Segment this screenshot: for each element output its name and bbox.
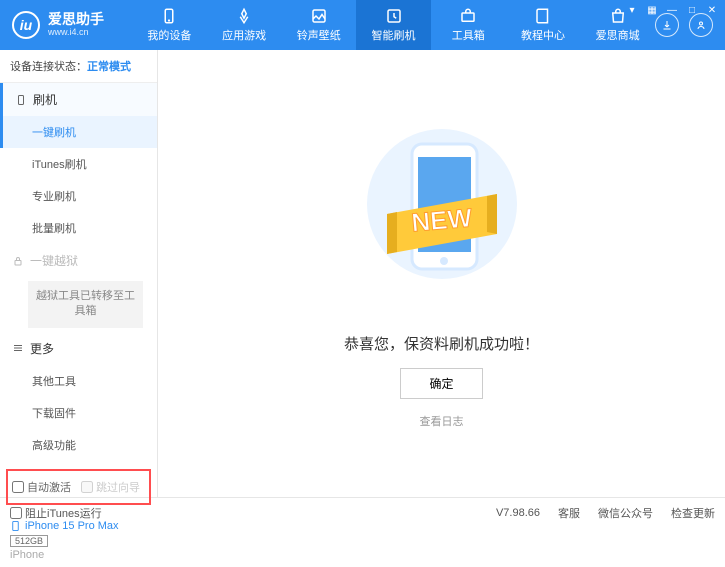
jailbreak-note: 越狱工具已转移至工具箱 bbox=[28, 281, 143, 328]
checkbox-input bbox=[81, 481, 93, 493]
chk-label: 跳过向导 bbox=[96, 479, 140, 495]
window-buttons: ▾ ▦ — □ ✕ bbox=[625, 4, 719, 16]
nav-ringtones[interactable]: 铃声壁纸 bbox=[281, 0, 356, 50]
lock-icon bbox=[12, 255, 24, 267]
logo-icon: iu bbox=[12, 11, 40, 39]
chk-skip-guide[interactable]: 跳过向导 bbox=[81, 479, 140, 495]
device-name-text: iPhone 15 Pro Max bbox=[25, 520, 119, 532]
nav-label: 铃声壁纸 bbox=[297, 27, 341, 43]
chk-label: 阻止iTunes运行 bbox=[25, 505, 102, 521]
wechat-link[interactable]: 微信公众号 bbox=[598, 505, 653, 521]
checkbox-input[interactable] bbox=[10, 507, 22, 519]
support-link[interactable]: 客服 bbox=[558, 505, 580, 521]
update-link[interactable]: 检查更新 bbox=[671, 505, 715, 521]
flash-icon bbox=[385, 7, 403, 25]
chk-auto-activate[interactable]: 自动激活 bbox=[12, 479, 71, 495]
status-prefix: 设备连接状态： bbox=[10, 61, 87, 73]
chk-block-itunes[interactable]: 阻止iTunes运行 bbox=[10, 505, 102, 521]
group-head-flash[interactable]: 刷机 bbox=[0, 83, 157, 116]
ok-button[interactable]: 确定 bbox=[400, 368, 482, 399]
nav-toolbox[interactable]: 工具箱 bbox=[431, 0, 506, 50]
minimize-icon[interactable]: — bbox=[665, 4, 679, 16]
nav-flash[interactable]: 智能刷机 bbox=[356, 0, 431, 50]
device-info[interactable]: iPhone 15 Pro Max 512GB iPhone bbox=[0, 513, 157, 567]
app-logo: iu 爱思助手 www.i4.cn bbox=[12, 11, 132, 39]
device-icon bbox=[15, 94, 27, 106]
nav-label: 爱思商城 bbox=[596, 27, 640, 43]
view-log-link[interactable]: 查看日志 bbox=[420, 413, 464, 429]
sidebar-item-oneclick[interactable]: 一键刷机 bbox=[0, 116, 157, 148]
sidebar-item-pro[interactable]: 专业刷机 bbox=[0, 180, 157, 212]
chk-label: 自动激活 bbox=[27, 479, 71, 495]
checkbox-input[interactable] bbox=[12, 481, 24, 493]
user-icon bbox=[695, 19, 707, 31]
nav-label: 我的设备 bbox=[147, 27, 191, 43]
phone-icon bbox=[10, 519, 21, 533]
group-label: 刷机 bbox=[33, 91, 57, 108]
title-bar: ▾ ▦ — □ ✕ iu 爱思助手 www.i4.cn 我的设备 应用游戏 铃声… bbox=[0, 0, 725, 50]
group-flash: 刷机 一键刷机 iTunes刷机 专业刷机 批量刷机 bbox=[0, 83, 157, 244]
toolbox-icon bbox=[459, 7, 477, 25]
sidebar: 设备连接状态：正常模式 刷机 一键刷机 iTunes刷机 专业刷机 批量刷机 一… bbox=[0, 50, 158, 497]
list-icon bbox=[12, 342, 24, 354]
version-label: V7.98.66 bbox=[496, 507, 540, 519]
nav-my-device[interactable]: 我的设备 bbox=[132, 0, 207, 50]
nav-tutorials[interactable]: 教程中心 bbox=[506, 0, 581, 50]
sidebar-item-other[interactable]: 其他工具 bbox=[0, 365, 157, 397]
nav-label: 工具箱 bbox=[452, 27, 485, 43]
group-head-jailbreak: 一键越狱 bbox=[0, 244, 157, 277]
group-more: 更多 其他工具 下载固件 高级功能 bbox=[0, 332, 157, 461]
nav-label: 教程中心 bbox=[521, 27, 565, 43]
options-box: 自动激活 跳过向导 bbox=[6, 469, 151, 505]
status-mode: 正常模式 bbox=[87, 61, 131, 73]
device-name: iPhone 15 Pro Max bbox=[10, 519, 147, 533]
menu-icon[interactable]: ▾ bbox=[625, 4, 639, 16]
grid-icon[interactable]: ▦ bbox=[645, 4, 659, 16]
nav-label: 智能刷机 bbox=[372, 27, 416, 43]
book-icon bbox=[534, 7, 552, 25]
app-url: www.i4.cn bbox=[48, 28, 104, 38]
sidebar-item-firmware[interactable]: 下载固件 bbox=[0, 397, 157, 429]
success-message: 恭喜您，保资料刷机成功啦！ bbox=[344, 333, 539, 354]
sidebar-item-batch[interactable]: 批量刷机 bbox=[0, 212, 157, 244]
new-ribbon-text: NEW bbox=[410, 202, 474, 237]
device-type: iPhone bbox=[10, 549, 147, 561]
wallpaper-icon bbox=[310, 7, 328, 25]
download-icon bbox=[661, 19, 673, 31]
app-title: 爱思助手 bbox=[48, 12, 104, 27]
maximize-icon[interactable]: □ bbox=[685, 4, 699, 16]
main-content: NEW 恭喜您，保资料刷机成功啦！ 确定 查看日志 bbox=[158, 50, 725, 497]
group-label: 一键越狱 bbox=[30, 252, 78, 269]
apps-icon bbox=[235, 7, 253, 25]
nav-label: 应用游戏 bbox=[222, 27, 266, 43]
group-jailbreak: 一键越狱 越狱工具已转移至工具箱 bbox=[0, 244, 157, 332]
sidebar-item-advanced[interactable]: 高级功能 bbox=[0, 429, 157, 461]
top-nav: 我的设备 应用游戏 铃声壁纸 智能刷机 工具箱 教程中心 爱思商城 bbox=[132, 0, 655, 50]
group-label: 更多 bbox=[30, 340, 54, 357]
nav-apps[interactable]: 应用游戏 bbox=[207, 0, 282, 50]
download-button[interactable] bbox=[655, 13, 679, 37]
close-icon[interactable]: ✕ bbox=[705, 4, 719, 16]
store-icon bbox=[609, 7, 627, 25]
phone-icon bbox=[160, 7, 178, 25]
group-head-more[interactable]: 更多 bbox=[0, 332, 157, 365]
title-right bbox=[655, 13, 713, 37]
success-illustration: NEW bbox=[362, 119, 522, 319]
storage-badge: 512GB bbox=[10, 535, 48, 547]
connection-status: 设备连接状态：正常模式 bbox=[0, 50, 157, 83]
sidebar-item-itunes[interactable]: iTunes刷机 bbox=[0, 148, 157, 180]
user-button[interactable] bbox=[689, 13, 713, 37]
